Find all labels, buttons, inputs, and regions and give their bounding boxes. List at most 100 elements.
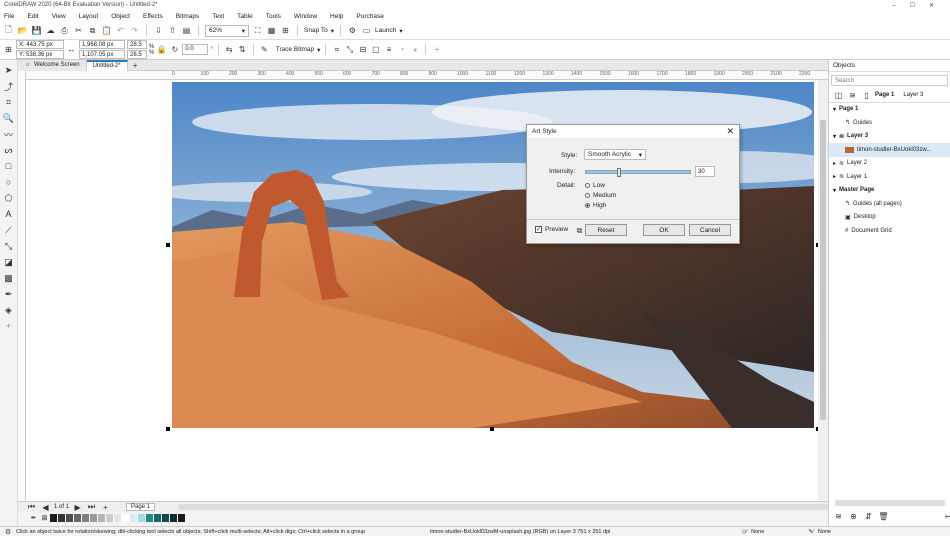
eyedropper-tool-icon[interactable]: ✒	[3, 288, 15, 300]
collapse-arrow-icon[interactable]: ▾	[833, 133, 836, 140]
color-swatch[interactable]	[138, 513, 146, 522]
tree-document-grid[interactable]: # Document Grid	[829, 224, 950, 238]
scroll-thumb[interactable]	[820, 120, 826, 420]
first-page-icon[interactable]: ⏮	[26, 502, 37, 513]
scale-height-field[interactable]: 28.5	[127, 50, 147, 59]
color-swatch[interactable]	[66, 513, 74, 522]
pdf-icon[interactable]: ▤	[181, 25, 192, 36]
shape-tool-icon[interactable]: ⤴	[3, 80, 15, 92]
menu-view[interactable]: View	[52, 13, 66, 20]
menu-text[interactable]: Text	[212, 13, 224, 20]
tab-untitled-2[interactable]: Untitled-2*	[86, 59, 128, 71]
vertical-scrollbar[interactable]	[818, 80, 828, 501]
collapse-arrow-icon[interactable]: ▾	[833, 106, 836, 113]
mirror-vertical-icon[interactable]: ⇅	[237, 44, 248, 55]
color-swatch[interactable]	[82, 513, 90, 522]
selection-handle-bottom[interactable]	[490, 427, 494, 431]
reset-button[interactable]: Reset	[585, 224, 627, 236]
tree-bitmap-object[interactable]: timon-studler-BxUokl03zw...	[829, 143, 950, 157]
x-position-field[interactable]: X: 443.75 px	[16, 40, 64, 49]
ok-button[interactable]: OK	[643, 224, 685, 236]
wrap-text-icon[interactable]: ≡	[383, 44, 394, 55]
color-swatch[interactable]	[170, 513, 178, 522]
to-front-icon[interactable]: ◔	[396, 44, 407, 55]
new-document-icon[interactable]: 🗋	[3, 25, 14, 36]
layer-stack-icon[interactable]: ≋	[847, 90, 858, 101]
detail-radio-medium[interactable]: Medium	[585, 192, 616, 199]
expand-arrow-icon[interactable]: ▸	[833, 173, 836, 180]
shadow-tool-icon[interactable]: ◪	[3, 256, 15, 268]
preview-checkbox[interactable]: ✓ Preview	[535, 226, 568, 233]
window-controls[interactable]: –☐✕	[892, 2, 950, 9]
edit-bitmap-icon[interactable]: ✎	[259, 44, 270, 55]
rotation-angle-field[interactable]: 0.0	[182, 44, 209, 55]
width-field[interactable]: 1,968.08 px	[79, 40, 125, 49]
fill-tool-icon[interactable]: ◈	[3, 304, 15, 316]
cut-icon[interactable]: ✂	[73, 25, 84, 36]
menu-window[interactable]: Window	[294, 13, 317, 20]
menu-help[interactable]: Help	[330, 13, 343, 20]
pick-tool-icon[interactable]: ➤	[3, 64, 15, 76]
launch-dropdown[interactable]: ▭ Launch ▾	[361, 25, 403, 36]
menu-layout[interactable]: Layout	[79, 13, 99, 20]
zoom-select[interactable]: 62% ▾	[205, 24, 249, 37]
delete-icon[interactable]: 🗑	[878, 511, 889, 522]
copy-icon[interactable]: ⧉	[87, 25, 98, 36]
rulers-icon[interactable]: ▦	[266, 25, 277, 36]
settings-gear-icon[interactable]: ⚙	[4, 528, 12, 536]
artistic-media-tool-icon[interactable]: ᔕ	[3, 144, 15, 156]
intensity-field[interactable]: 30	[695, 166, 715, 177]
menu-object[interactable]: Object	[111, 13, 130, 20]
selection-handle-left[interactable]	[166, 243, 170, 247]
rectangle-tool-icon[interactable]: □	[3, 160, 15, 172]
no-color-swatch-icon[interactable]: ⊠	[39, 512, 50, 523]
expand-arrow-icon[interactable]: ▸	[833, 160, 836, 167]
tree-page-1[interactable]: ▾ Page 1	[829, 103, 950, 117]
trace-bitmap-dropdown[interactable]: Trace Bitmap ▾	[276, 46, 321, 54]
save-icon[interactable]: 💾	[31, 25, 42, 36]
horizontal-scrollbar[interactable]	[178, 504, 828, 510]
zoom-tool-icon[interactable]: 🔍	[3, 112, 15, 124]
menu-bitmaps[interactable]: Bitmaps	[176, 13, 199, 20]
connector-tool-icon[interactable]: ⤡	[3, 240, 15, 252]
new-layer-icon[interactable]: ≋	[833, 511, 844, 522]
paste-icon[interactable]: 📋	[101, 25, 112, 36]
selection-handle-bottom-left[interactable]	[166, 427, 170, 431]
transparency-tool-icon[interactable]: ▩	[3, 272, 15, 284]
y-position-field[interactable]: Y: 538.36 px	[16, 50, 64, 59]
freehand-tool-icon[interactable]: 〰	[3, 128, 15, 140]
to-back-icon[interactable]: ◕	[409, 44, 420, 55]
polygon-tool-icon[interactable]: ⬠	[3, 192, 15, 204]
undo-icon[interactable]: ↶	[115, 25, 126, 36]
tree-layer-1[interactable]: ▸ ≋ Layer 1	[829, 170, 950, 184]
cancel-button[interactable]: Cancel	[689, 224, 731, 236]
last-page-icon[interactable]: ⏭	[86, 502, 97, 513]
tree-master-page[interactable]: ▾ Master Page	[829, 184, 950, 198]
move-layer-icon[interactable]: ⇵	[863, 511, 874, 522]
fullscreen-icon[interactable]: ⛶	[252, 25, 263, 36]
next-page-icon[interactable]: ▶	[72, 502, 83, 513]
color-swatch[interactable]	[146, 513, 154, 522]
height-field[interactable]: 1,107.05 px	[79, 50, 125, 59]
collapse-arrow-icon[interactable]: ▾	[833, 187, 836, 194]
zoom-slider-icon[interactable]: ⊶	[943, 511, 950, 522]
bitmap-border-icon[interactable]: ▢	[370, 44, 381, 55]
add-page-icon[interactable]: +	[100, 502, 111, 513]
ellipse-tool-icon[interactable]: ○	[3, 176, 15, 188]
open-icon[interactable]: 📂	[17, 25, 28, 36]
tab-welcome-screen[interactable]: ⌂ Welcome Screen	[18, 59, 87, 71]
resample-icon[interactable]: ⤡	[344, 44, 355, 55]
settings-gear-icon[interactable]: ⚙	[347, 25, 358, 36]
scale-width-field[interactable]: 28.5	[127, 40, 147, 49]
style-select[interactable]: Smooth Acrylic ▾	[584, 149, 646, 160]
intensity-slider[interactable]	[585, 168, 691, 177]
close-icon[interactable]: ✕	[726, 126, 734, 137]
color-swatch[interactable]	[114, 513, 122, 522]
cloud-icon[interactable]: ☁	[45, 25, 56, 36]
menu-purchase[interactable]: Purchase	[356, 13, 383, 20]
tree-guides[interactable]: ↰ Guides	[829, 116, 950, 130]
layers-icon[interactable]: ◫	[833, 90, 844, 101]
text-tool-icon[interactable]: A	[3, 208, 15, 220]
eyedropper-icon[interactable]: ✒	[28, 512, 39, 523]
popout-icon[interactable]: ⧉	[574, 225, 585, 236]
